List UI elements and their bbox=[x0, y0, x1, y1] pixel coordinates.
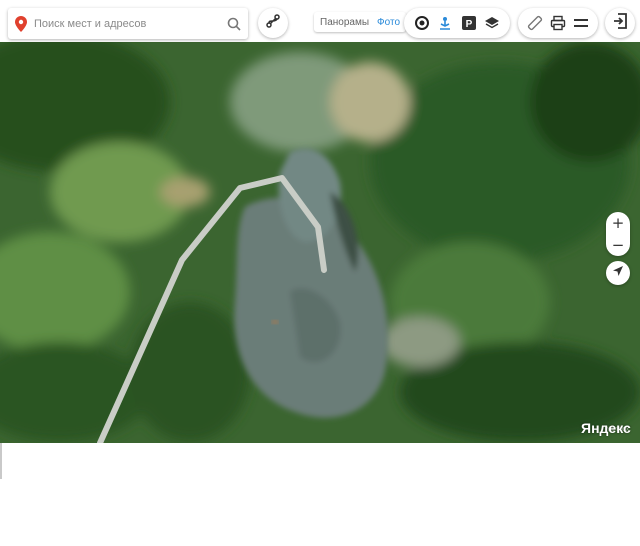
transport-icon[interactable] bbox=[434, 11, 458, 35]
traffic-icon[interactable] bbox=[410, 11, 434, 35]
route-button[interactable] bbox=[258, 8, 288, 38]
menu-icon[interactable] bbox=[569, 11, 592, 35]
zoom-in-button[interactable]: + bbox=[612, 215, 625, 231]
map-pin-icon bbox=[8, 8, 34, 39]
geolocation-button[interactable] bbox=[606, 261, 630, 285]
panoramas-tab[interactable]: Панорамы bbox=[320, 17, 377, 28]
divider bbox=[0, 443, 2, 479]
svg-text:P: P bbox=[465, 19, 472, 30]
search-input[interactable]: Поиск мест и адресов bbox=[8, 8, 248, 39]
satellite-map[interactable]: Yandex Yandex bbox=[0, 42, 640, 443]
photo-tab[interactable]: Фото bbox=[377, 17, 400, 28]
map-layers-group: P bbox=[404, 8, 510, 38]
route-icon bbox=[265, 13, 281, 34]
login-icon bbox=[613, 12, 627, 34]
yandex-logo: Яндекс bbox=[581, 420, 631, 436]
parking-icon[interactable]: P bbox=[457, 11, 481, 35]
login-button[interactable] bbox=[605, 8, 635, 38]
print-icon[interactable] bbox=[547, 11, 570, 35]
panorama-photo-toggle[interactable]: Панорамы Фото bbox=[314, 12, 407, 32]
satellite-imagery bbox=[0, 42, 640, 443]
map-tools-group bbox=[518, 8, 598, 38]
search-placeholder: Поиск мест и адресов bbox=[34, 17, 147, 30]
search-icon[interactable] bbox=[220, 8, 248, 39]
zoom-out-button[interactable]: − bbox=[612, 237, 625, 253]
layers-icon[interactable] bbox=[481, 11, 505, 35]
page: Yandex Yandex Поиск мест и адресов Панор… bbox=[0, 0, 640, 546]
ruler-icon[interactable] bbox=[524, 11, 547, 35]
zoom-control: + − bbox=[606, 212, 630, 256]
geolocation-icon bbox=[612, 264, 624, 282]
